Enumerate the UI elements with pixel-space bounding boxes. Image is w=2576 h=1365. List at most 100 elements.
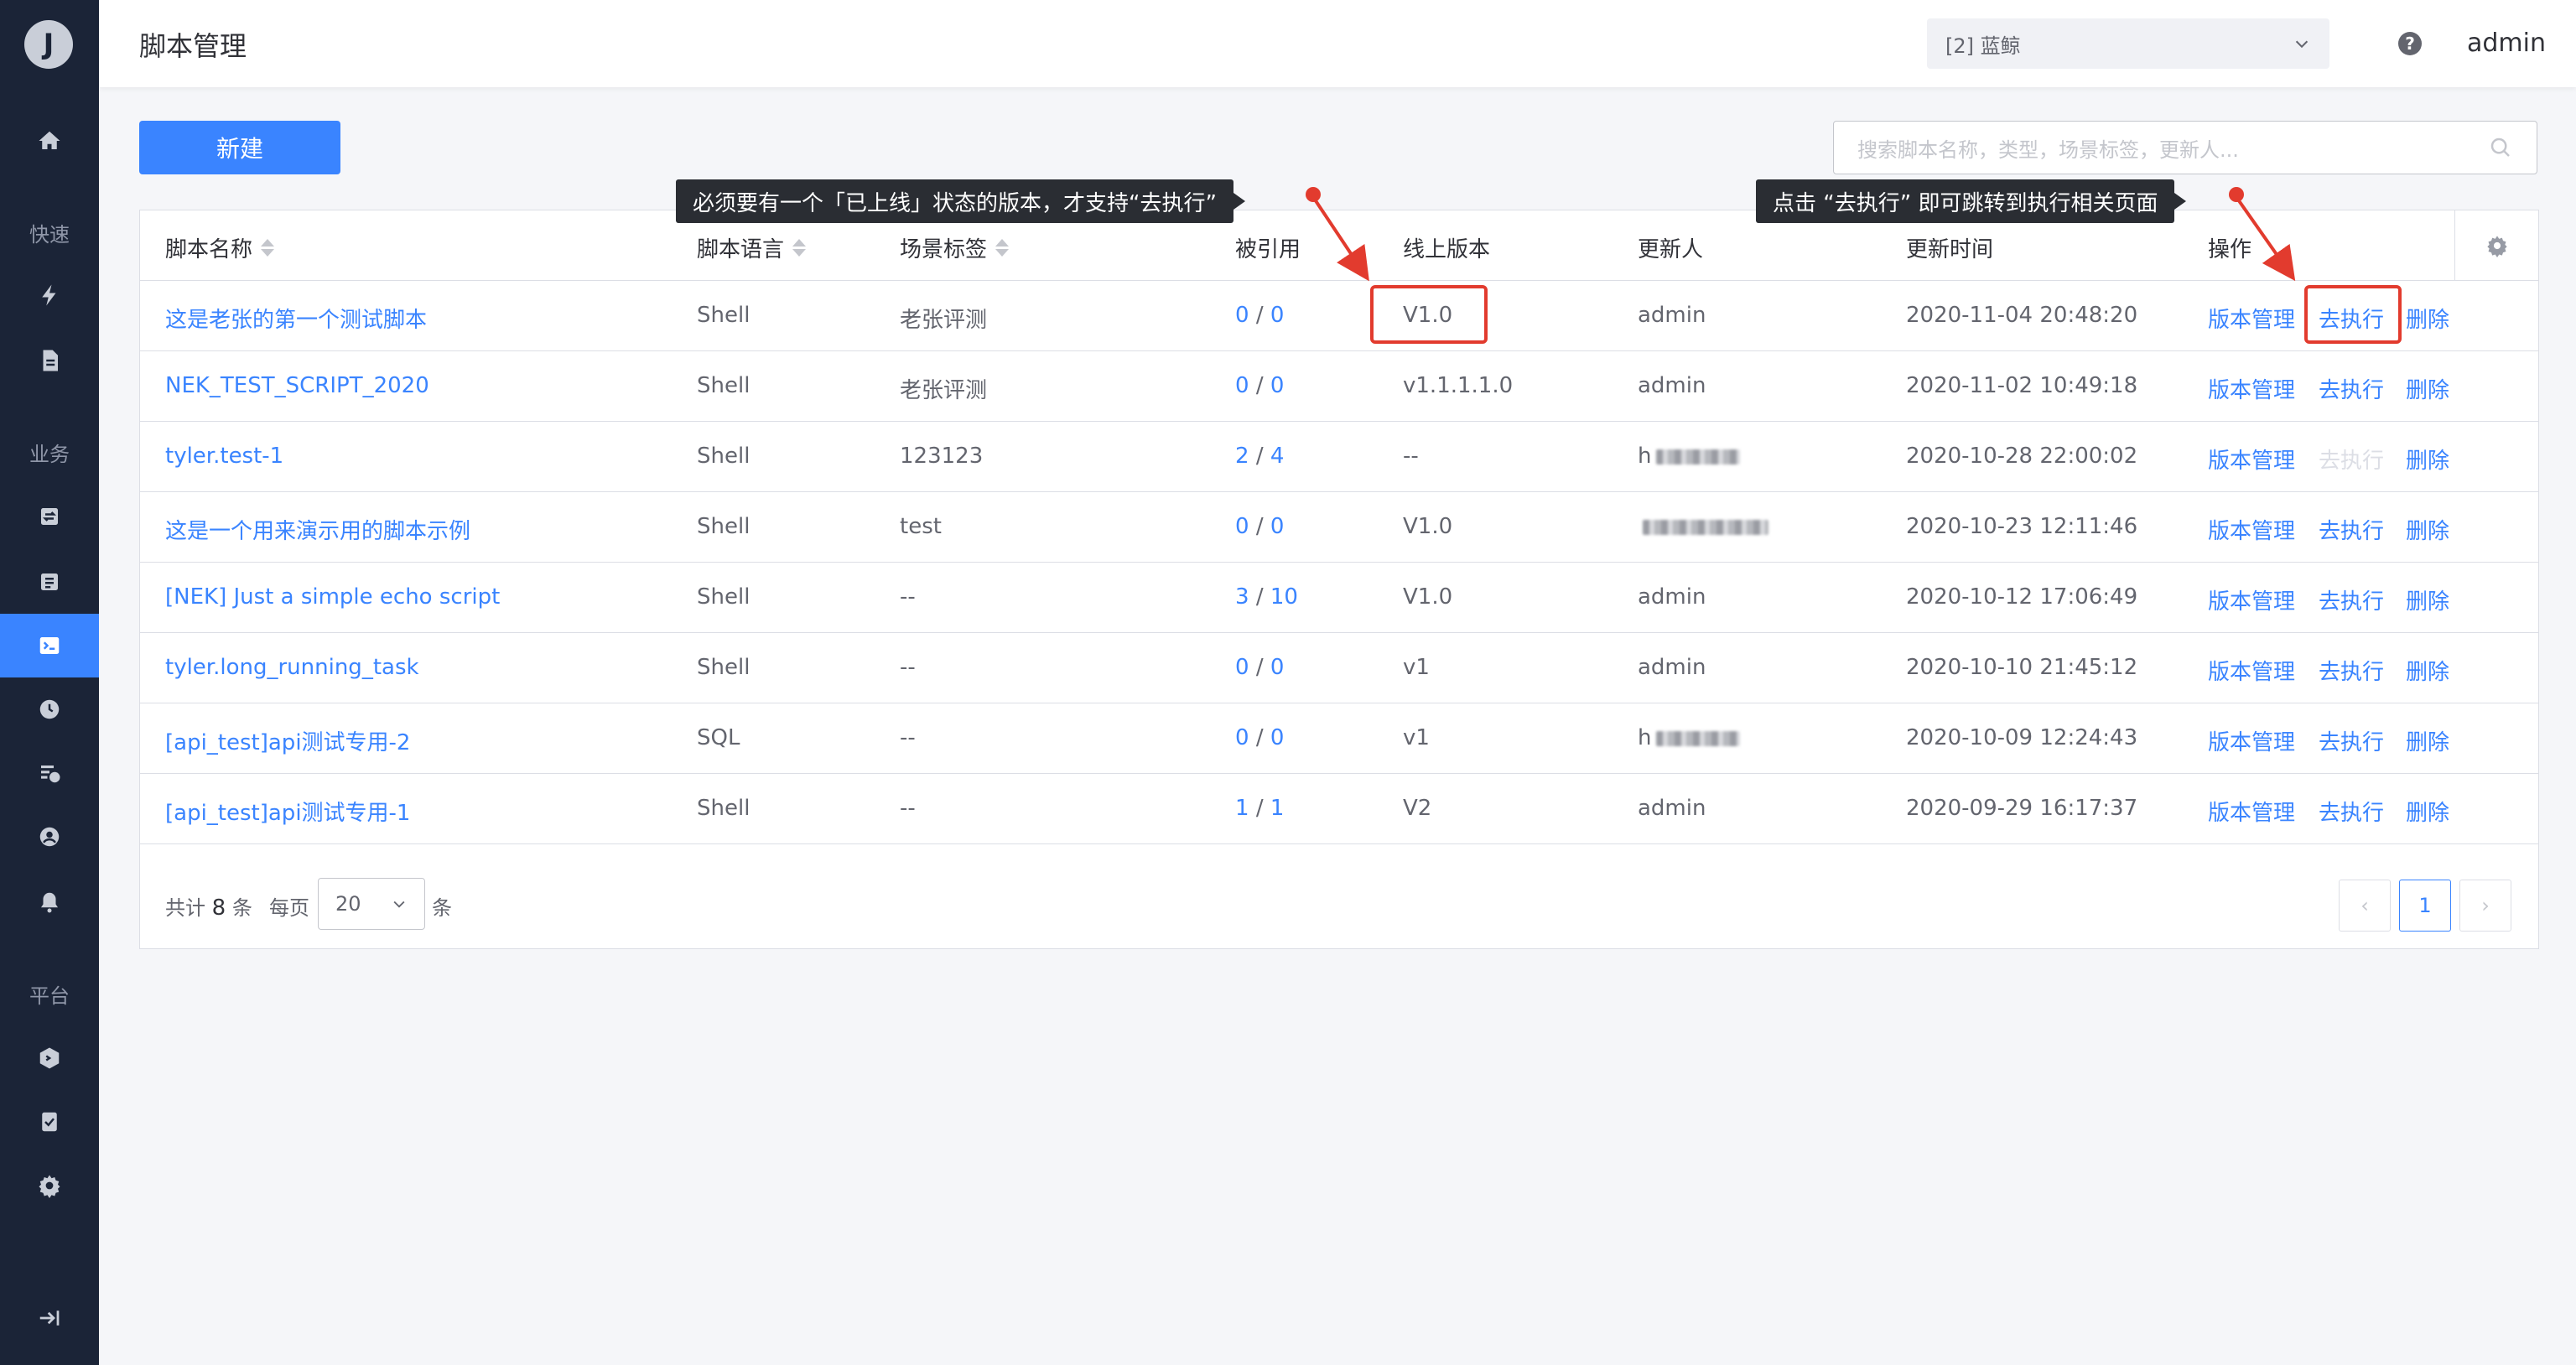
business-select[interactable]: [2] 蓝鲸 (1927, 18, 2329, 69)
execute-link[interactable]: 去执行 (2319, 584, 2384, 615)
plan-icon[interactable] (0, 550, 99, 614)
version-manage-link[interactable]: 版本管理 (2208, 303, 2295, 334)
table-settings-icon[interactable] (2454, 210, 2538, 281)
account-icon[interactable] (0, 805, 99, 869)
update-time: 2020-11-04 20:48:20 (1906, 303, 2138, 328)
delete-link[interactable]: 删除 (2406, 655, 2449, 686)
quick-launch-icon[interactable] (0, 263, 99, 327)
reference-count: 2 / 4 (1235, 444, 1285, 469)
sort-icon[interactable] (995, 239, 1010, 257)
update-time: 2020-11-02 10:49:18 (1906, 373, 2138, 398)
table-row: NEK_TEST_SCRIPT_2020 Shell 老张评测 v1.1.1.1.0 2… (140, 351, 2538, 422)
scene-tag: -- (900, 655, 916, 680)
ref-cron-count[interactable]: 10 (1270, 584, 1298, 610)
execute-link: 去执行 (2319, 449, 2385, 474)
script-icon[interactable] (0, 614, 99, 677)
script-name-link[interactable]: [api_test]api测试专用-2 (165, 725, 410, 756)
column-name[interactable]: 脚本名称 (165, 232, 275, 263)
ref-task-count[interactable]: 0 (1235, 725, 1249, 750)
ref-cron-count[interactable]: 0 (1270, 514, 1285, 539)
ref-task-count[interactable]: 1 (1235, 796, 1249, 821)
cron-icon[interactable] (0, 677, 99, 741)
public-script-icon[interactable] (0, 1026, 99, 1090)
version-manage-link[interactable]: 版本管理 (2208, 584, 2295, 615)
script-language: Shell (697, 655, 750, 680)
ref-task-count[interactable]: 2 (1235, 444, 1249, 469)
reference-count: 0 / 0 (1235, 303, 1285, 328)
user-menu[interactable]: admin (2467, 29, 2546, 58)
column-tag[interactable]: 场景标签 (900, 232, 1010, 263)
update-time: 2020-10-10 21:45:12 (1906, 655, 2138, 680)
reference-count: 0 / 0 (1235, 373, 1285, 398)
script-language: Shell (697, 373, 750, 398)
task-icon[interactable] (0, 485, 99, 548)
per-page-unit: 条 (432, 896, 452, 920)
version-manage-link[interactable]: 版本管理 (2208, 655, 2295, 686)
settings-icon[interactable] (0, 1154, 99, 1217)
app-logo[interactable]: J (24, 20, 73, 69)
history-icon[interactable] (0, 741, 99, 805)
execute-link[interactable]: 去执行 (2319, 373, 2384, 404)
column-language[interactable]: 脚本语言 (697, 232, 807, 263)
ref-task-count[interactable]: 0 (1235, 514, 1249, 539)
prev-page-button[interactable]: ‹ (2339, 880, 2391, 932)
version-manage-link[interactable]: 版本管理 (2208, 444, 2295, 475)
ref-cron-count[interactable]: 4 (1270, 444, 1285, 469)
sort-icon[interactable] (792, 239, 807, 257)
execute-link[interactable]: 去执行 (2319, 796, 2384, 827)
delete-link[interactable]: 删除 (2406, 373, 2449, 404)
execute-link[interactable]: 去执行 (2319, 725, 2384, 756)
business-select-value: [2] 蓝鲸 (1945, 34, 2021, 58)
version-manage-link[interactable]: 版本管理 (2208, 725, 2295, 756)
script-name-link[interactable]: tyler.test-1 (165, 444, 283, 469)
execute-link[interactable]: 去执行 (2319, 514, 2384, 545)
search-input[interactable]: 搜索脚本名称，类型，场景标签，更新人... (1833, 121, 2537, 174)
version-manage-link[interactable]: 版本管理 (2208, 514, 2295, 545)
collapse-sidebar-icon[interactable] (0, 1286, 99, 1350)
column-update-time: 更新时间 (1906, 237, 1994, 262)
chevron-down-icon (393, 900, 405, 908)
notify-icon[interactable] (0, 870, 99, 934)
audit-icon[interactable] (0, 1090, 99, 1154)
help-icon[interactable]: ? (2398, 32, 2422, 55)
ref-task-count[interactable]: 0 (1235, 303, 1249, 328)
updater: admin (1638, 584, 1706, 610)
next-page-button[interactable]: › (2459, 880, 2511, 932)
delete-link[interactable]: 删除 (2406, 584, 2449, 615)
ref-task-count[interactable]: 0 (1235, 655, 1249, 680)
script-name-link[interactable]: [api_test]api测试专用-1 (165, 796, 410, 827)
ref-task-count[interactable]: 3 (1235, 584, 1249, 610)
script-name-link[interactable]: 这是老张的第一个测试脚本 (165, 303, 427, 334)
script-language: Shell (697, 514, 750, 539)
ref-cron-count[interactable]: 1 (1270, 796, 1285, 821)
reference-count: 3 / 10 (1235, 584, 1298, 610)
script-name-link[interactable]: tyler.long_running_task (165, 655, 419, 680)
ref-cron-count[interactable]: 0 (1270, 655, 1285, 680)
annotation-highlight-version (1370, 285, 1488, 344)
version-manage-link[interactable]: 版本管理 (2208, 373, 2295, 404)
reference-count: 0 / 0 (1235, 725, 1285, 750)
create-button[interactable]: 新建 (139, 121, 340, 174)
ref-cron-count[interactable]: 0 (1270, 303, 1285, 328)
delete-link[interactable]: 删除 (2406, 796, 2449, 827)
page-1-button[interactable]: 1 (2399, 880, 2451, 932)
home-icon[interactable] (0, 109, 99, 173)
delete-link[interactable]: 删除 (2406, 303, 2449, 334)
execute-link[interactable]: 去执行 (2319, 655, 2384, 686)
online-version: V1.0 (1403, 514, 1453, 539)
annotation-highlight-execute (2304, 285, 2402, 344)
script-name-link[interactable]: [NEK] Just a simple echo script (165, 584, 500, 610)
delete-link[interactable]: 删除 (2406, 514, 2449, 545)
delete-link[interactable]: 删除 (2406, 725, 2449, 756)
ref-task-count[interactable]: 0 (1235, 373, 1249, 398)
ref-cron-count[interactable]: 0 (1270, 725, 1285, 750)
quick-file-icon[interactable] (0, 329, 99, 392)
script-name-link[interactable]: 这是一个用来演示用的脚本示例 (165, 514, 470, 545)
online-version: V2 (1403, 796, 1432, 821)
per-page-select[interactable]: 20 (318, 878, 425, 930)
version-manage-link[interactable]: 版本管理 (2208, 796, 2295, 827)
delete-link[interactable]: 删除 (2406, 444, 2449, 475)
ref-cron-count[interactable]: 0 (1270, 373, 1285, 398)
script-name-link[interactable]: NEK_TEST_SCRIPT_2020 (165, 373, 429, 398)
sort-icon[interactable] (261, 239, 275, 257)
